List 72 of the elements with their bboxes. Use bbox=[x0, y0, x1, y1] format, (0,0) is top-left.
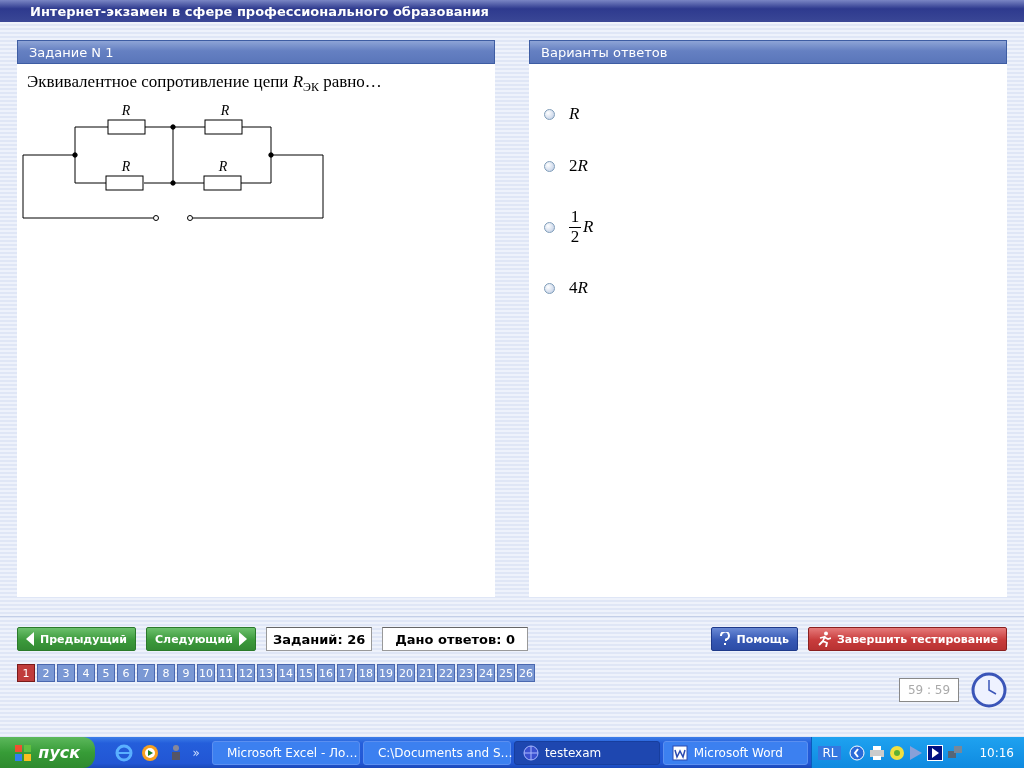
globe-icon bbox=[522, 744, 539, 761]
panel-header: Задание N 1 bbox=[17, 40, 495, 64]
answer-text: R bbox=[569, 104, 580, 124]
taskbar-button[interactable]: Microsoft Word bbox=[662, 740, 809, 765]
chevron-icon[interactable] bbox=[849, 744, 866, 761]
language-indicator[interactable]: RL bbox=[818, 745, 842, 760]
resistor-label: R bbox=[220, 103, 230, 119]
help-button[interactable]: Помощь bbox=[711, 627, 798, 651]
tasks-counter: Заданий: 26 bbox=[265, 627, 373, 651]
left-arrow-icon bbox=[26, 632, 34, 646]
resistor-label: R bbox=[218, 159, 228, 175]
page-button[interactable]: 11 bbox=[217, 664, 235, 682]
fraction: 1 2 bbox=[569, 207, 581, 247]
page-button[interactable]: 15 bbox=[297, 664, 315, 682]
page-button[interactable]: 10 bbox=[197, 664, 215, 682]
page-button[interactable]: 8 bbox=[157, 664, 175, 682]
page-button[interactable]: 25 bbox=[497, 664, 515, 682]
right-arrow-icon bbox=[238, 632, 247, 646]
page-button[interactable]: 16 bbox=[317, 664, 335, 682]
browser-icon[interactable] bbox=[114, 743, 133, 762]
page-button[interactable]: 24 bbox=[477, 664, 495, 682]
previous-button[interactable]: Предыдущий bbox=[17, 627, 136, 651]
radio-button[interactable] bbox=[544, 108, 555, 120]
page-button[interactable]: 9 bbox=[177, 664, 195, 682]
media-player-icon[interactable] bbox=[140, 743, 159, 762]
page-button[interactable]: 21 bbox=[417, 664, 435, 682]
page-button[interactable]: 3 bbox=[57, 664, 75, 682]
answers-counter: Дано ответов: 0 bbox=[382, 627, 528, 651]
start-button[interactable]: пуск bbox=[0, 737, 95, 768]
page-button[interactable]: 6 bbox=[117, 664, 135, 682]
clock: 10:16 bbox=[979, 745, 1014, 760]
resistor-label: R bbox=[121, 159, 131, 175]
running-person-icon bbox=[816, 631, 831, 647]
answer-text: 2R bbox=[569, 156, 588, 176]
answer-text: 4R bbox=[569, 278, 588, 298]
page-button[interactable]: 13 bbox=[257, 664, 275, 682]
page-button[interactable]: 22 bbox=[437, 664, 455, 682]
page-button[interactable]: 23 bbox=[457, 664, 475, 682]
page-button[interactable]: 20 bbox=[397, 664, 415, 682]
resistor-label: R bbox=[121, 103, 131, 119]
page-button[interactable]: 12 bbox=[237, 664, 255, 682]
question-text: Эквивалентное сопротивление цепи R$_{ЭК}$ равно… bbox=[26, 71, 383, 96]
document-icon bbox=[671, 744, 688, 761]
page-button[interactable]: 7 bbox=[137, 664, 155, 682]
radio-button[interactable] bbox=[544, 221, 555, 233]
page-button[interactable]: 1 bbox=[17, 664, 35, 682]
panel-header: Варианты ответов bbox=[529, 40, 1007, 64]
page-button[interactable]: 17 bbox=[337, 664, 355, 682]
page-button[interactable]: 26 bbox=[517, 664, 535, 682]
windows-flag-icon bbox=[14, 743, 33, 762]
next-button[interactable]: Следующий bbox=[146, 627, 256, 651]
page-button[interactable]: 19 bbox=[377, 664, 395, 682]
page-button[interactable]: 18 bbox=[357, 664, 375, 682]
taskbar-button[interactable]: Microsoft Excel - Ло… bbox=[211, 740, 360, 765]
page-button[interactable]: 2 bbox=[37, 664, 55, 682]
clock-icon bbox=[971, 672, 1007, 708]
radio-button[interactable] bbox=[544, 282, 555, 294]
window-title: Интернет-экзамен в сфере профессионального образования bbox=[30, 3, 489, 19]
more-button[interactable]: » bbox=[192, 745, 200, 760]
page-button[interactable]: 14 bbox=[277, 664, 295, 682]
help-icon bbox=[720, 632, 731, 646]
finish-button[interactable]: Завершить тестирование bbox=[807, 627, 1007, 651]
radio-button[interactable] bbox=[544, 160, 555, 172]
flower-icon[interactable] bbox=[889, 744, 906, 761]
taskbar-button[interactable]: C:\Documents and S… bbox=[362, 740, 511, 765]
page-button[interactable]: 4 bbox=[77, 664, 95, 682]
printer-icon[interactable] bbox=[869, 744, 886, 761]
timer-display: 59 : 59 bbox=[899, 678, 959, 702]
page-button[interactable]: 5 bbox=[97, 664, 115, 682]
play-icon[interactable] bbox=[927, 744, 944, 761]
answer-text: R bbox=[583, 217, 594, 237]
taskbar-button[interactable]: testexam bbox=[513, 740, 660, 765]
